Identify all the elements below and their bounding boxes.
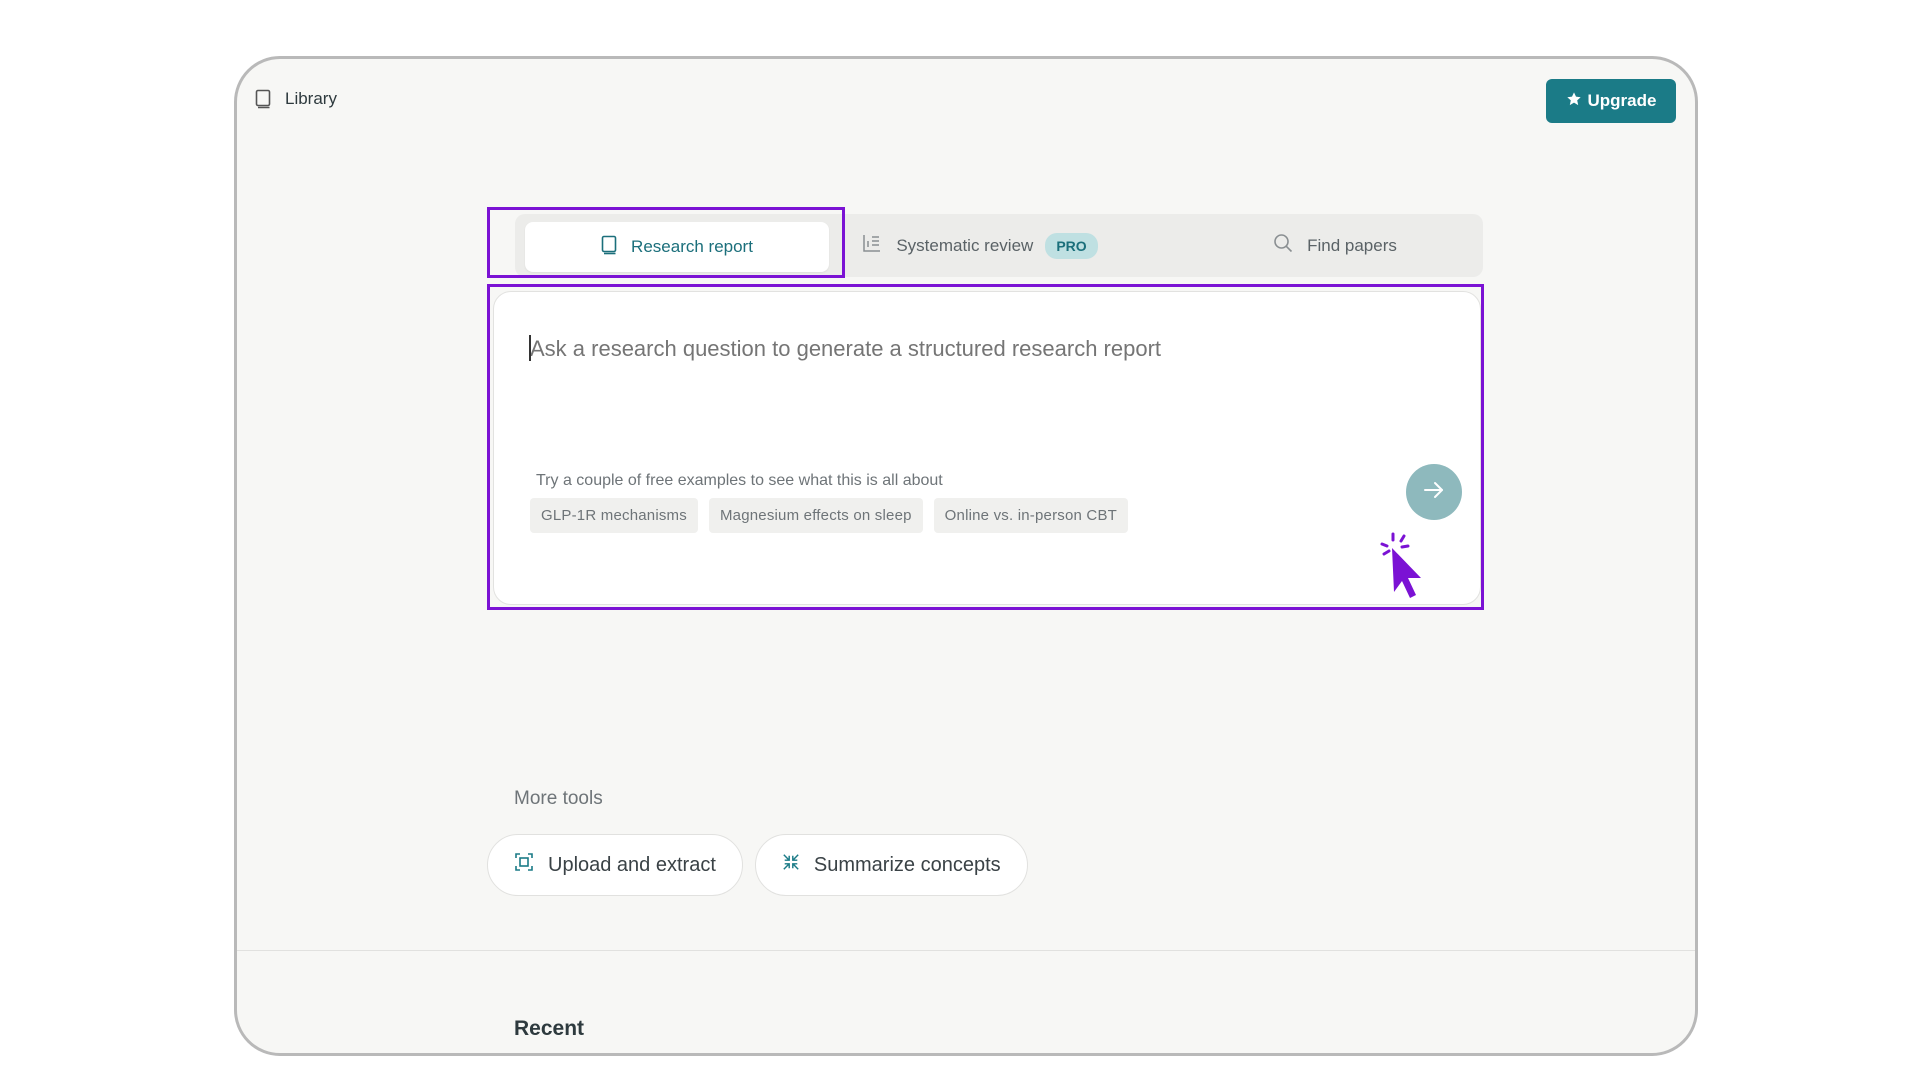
tab-label: Find papers [1307,235,1397,255]
mode-tabs: Research report Systematic review PRO Fi… [515,214,1483,277]
query-card: Try a couple of free examples to see wha… [493,291,1481,605]
research-question-input[interactable] [530,336,1430,362]
example-chip[interactable]: GLP-1R mechanisms [530,498,698,533]
scan-icon [514,852,534,878]
example-chip[interactable]: Magnesium effects on sleep [708,498,923,533]
recent-heading: Recent [514,1017,585,1040]
library-link[interactable]: Library [255,89,337,109]
more-tools-heading: More tools [514,788,603,809]
tool-label: Upload and extract [548,853,716,876]
compress-icon [782,853,800,877]
tool-label: Summarize concepts [813,853,1001,876]
tab-label: Systematic review [896,235,1034,255]
examples-hint: Try a couple of free examples to see wha… [536,472,943,489]
more-tools-list: Upload and extract Summarize concepts [487,834,1028,896]
app-window: Library Upgrade Research report Systemat… [234,56,1698,1056]
tab-research-report[interactable]: Research report [525,222,829,272]
section-divider [237,950,1695,951]
summarize-concepts-button[interactable]: Summarize concepts [754,834,1028,896]
book-icon [601,235,617,260]
upload-and-extract-button[interactable]: Upload and extract [487,834,743,896]
submit-button[interactable] [1406,464,1462,520]
upgrade-button[interactable]: Upgrade [1546,79,1676,123]
list-chart-icon [862,233,882,258]
text-caret [529,335,531,361]
example-chips: GLP-1R mechanisms Magnesium effects on s… [530,498,1129,533]
tab-label: Research report [631,237,753,256]
tab-find-papers[interactable]: Find papers [1205,214,1465,277]
arrow-right-icon [1422,478,1446,507]
tab-systematic-review[interactable]: Systematic review PRO [845,214,1115,277]
book-icon [255,89,271,109]
example-chip[interactable]: Online vs. in-person CBT [933,498,1129,533]
star-icon [1566,91,1582,112]
pro-badge: PRO [1045,232,1098,259]
search-icon [1273,233,1293,258]
library-label: Library [285,89,337,108]
upgrade-label: Upgrade [1587,91,1657,110]
